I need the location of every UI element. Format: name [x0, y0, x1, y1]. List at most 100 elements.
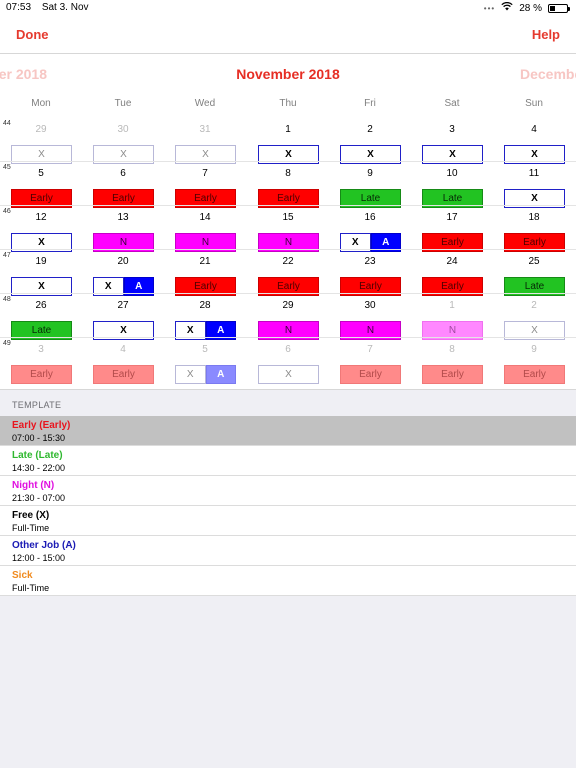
- battery-icon: [548, 3, 570, 13]
- weekday-label: Wed: [194, 98, 216, 109]
- day-number: 13: [117, 212, 129, 223]
- calendar-day[interactable]: 31 X: [164, 118, 246, 164]
- weekday-label: Thu: [279, 98, 297, 109]
- day-number: 3: [449, 124, 455, 135]
- calendar-day[interactable]: 15 N: [247, 206, 329, 252]
- template-time: 14:30 - 22:00: [12, 463, 66, 473]
- shift-badge[interactable]: Early: [11, 365, 72, 384]
- day-number: 6: [120, 168, 126, 179]
- template-item[interactable]: Night (N) 21:30 - 07:00: [0, 476, 576, 506]
- calendar-day[interactable]: 24 Early: [411, 250, 493, 296]
- template-item[interactable]: Late (Late) 14:30 - 22:00: [0, 446, 576, 476]
- day-number: 15: [282, 212, 294, 223]
- template-name: Free (X): [12, 510, 50, 521]
- calendar-day[interactable]: 26 Late: [0, 294, 82, 340]
- calendar-day[interactable]: 4X: [493, 118, 575, 164]
- calendar-day[interactable]: 28 X A: [164, 294, 246, 340]
- shift-badge[interactable]: X: [258, 365, 319, 384]
- calendar-day[interactable]: 1X: [247, 118, 329, 164]
- day-number: 3: [38, 344, 44, 355]
- day-number: 25: [528, 256, 540, 267]
- day-number: 27: [117, 300, 129, 311]
- template-item[interactable]: Early (Early) 07:00 - 15:30: [0, 416, 576, 446]
- day-number: 10: [446, 168, 458, 179]
- calendar-day[interactable]: 21 Early: [164, 250, 246, 296]
- weekday-label: Sun: [525, 98, 543, 109]
- shift-badge[interactable]: Early: [504, 365, 565, 384]
- calendar[interactable]: October 2018 November 2018 December 2018…: [0, 54, 576, 390]
- calendar-day[interactable]: 7 Early: [329, 338, 411, 384]
- week-row: 47 19 X 20 X A 21 Early 22 Early 23 Early 24 Early 25 L…: [0, 250, 576, 296]
- calendar-day[interactable]: 9 Early: [493, 338, 575, 384]
- status-bar: 07:53 Sat 3. Nov ••• 28 %: [0, 0, 576, 16]
- battery-fill: [550, 5, 555, 11]
- calendar-day[interactable]: 20 X A: [82, 250, 164, 296]
- day-number: 17: [446, 212, 458, 223]
- day-number: 4: [531, 124, 537, 135]
- day-number: 21: [199, 256, 211, 267]
- calendar-day[interactable]: 3X: [411, 118, 493, 164]
- template-section-header: TEMPLATE: [12, 400, 62, 410]
- calendar-day[interactable]: 17 Early: [411, 206, 493, 252]
- day-number: 20: [117, 256, 129, 267]
- calendar-day[interactable]: 19 X: [0, 250, 82, 296]
- calendar-day[interactable]: 2X: [329, 118, 411, 164]
- weekday-label: Mon: [31, 98, 51, 109]
- template-item[interactable]: Sick Full-Time: [0, 566, 576, 596]
- calendar-day[interactable]: 23 Early: [329, 250, 411, 296]
- status-left: 07:53 Sat 3. Nov: [6, 2, 97, 13]
- calendar-day[interactable]: 29 N: [247, 294, 329, 340]
- calendar-day[interactable]: 6 Early: [82, 162, 164, 208]
- calendar-day[interactable]: 10 Late: [411, 162, 493, 208]
- calendar-day[interactable]: 5 Early: [0, 162, 82, 208]
- template-time: 21:30 - 07:00: [12, 493, 66, 503]
- calendar-day[interactable]: 12 X: [0, 206, 82, 252]
- day-number: 22: [282, 256, 294, 267]
- day-number: 31: [199, 124, 211, 135]
- template-list[interactable]: Early (Early) 07:00 - 15:30 Late (Late) 14:…: [0, 416, 576, 596]
- calendar-day[interactable]: 25 Late: [493, 250, 575, 296]
- calendar-day[interactable]: 13 N: [82, 206, 164, 252]
- shift-badge[interactable]: Early: [93, 365, 154, 384]
- calendar-day[interactable]: 11 X: [493, 162, 575, 208]
- shift-badge[interactable]: Early: [340, 365, 401, 384]
- calendar-day[interactable]: 8 Early: [247, 162, 329, 208]
- shift-badge[interactable]: XA: [175, 365, 236, 384]
- calendar-day[interactable]: 14 N: [164, 206, 246, 252]
- calendar-day[interactable]: 2X: [493, 294, 575, 340]
- navigation-bar: Done Help: [0, 16, 576, 54]
- next-month-label[interactable]: December 2018: [520, 66, 576, 82]
- calendar-day[interactable]: 1N: [411, 294, 493, 340]
- done-button[interactable]: Done: [16, 27, 49, 42]
- calendar-day[interactable]: 29 X: [0, 118, 82, 164]
- week-row: 48 26 Late 27 X 28 X A 29 N 30 N 1 N 2 X: [0, 294, 576, 340]
- calendar-day[interactable]: 30 N: [329, 294, 411, 340]
- calendar-day[interactable]: 3 Early: [0, 338, 82, 384]
- calendar-day[interactable]: 27 X: [82, 294, 164, 340]
- template-time: 12:00 - 15:00: [12, 553, 66, 563]
- week-row: 46 12 X 13 N 14 N 15 N 16 X A 17 Early 18 Early: [0, 206, 576, 252]
- weekday-label: Fri: [364, 98, 376, 109]
- day-number: 11: [528, 168, 540, 179]
- calendar-day[interactable]: 22 Early: [247, 250, 329, 296]
- calendar-day[interactable]: 9 Late: [329, 162, 411, 208]
- month-bar[interactable]: October 2018 November 2018 December 2018: [0, 54, 576, 92]
- calendar-day[interactable]: 5 XA: [164, 338, 246, 384]
- calendar-day[interactable]: 7 Early: [164, 162, 246, 208]
- calendar-day[interactable]: 6X: [247, 338, 329, 384]
- shift-badge[interactable]: Early: [422, 365, 483, 384]
- calendar-day[interactable]: 16 X A: [329, 206, 411, 252]
- day-number: 24: [446, 256, 458, 267]
- template-time: Full-Time: [12, 583, 50, 593]
- calendar-day[interactable]: 30 X: [82, 118, 164, 164]
- calendar-day[interactable]: 18 Early: [493, 206, 575, 252]
- calendar-day[interactable]: 4 Early: [82, 338, 164, 384]
- calendar-day[interactable]: 8 Early: [411, 338, 493, 384]
- template-item[interactable]: Other Job (A) 12:00 - 15:00: [0, 536, 576, 566]
- template-item[interactable]: Free (X) Full-Time: [0, 506, 576, 536]
- help-button[interactable]: Help: [532, 27, 560, 42]
- day-number: 1: [449, 300, 455, 311]
- shift-segment: Early: [340, 365, 401, 384]
- day-number: 18: [528, 212, 540, 223]
- week-row: 45 5 Early 6 Early 7 Early 8 Early 9 Late 10 Late 11 X: [0, 162, 576, 208]
